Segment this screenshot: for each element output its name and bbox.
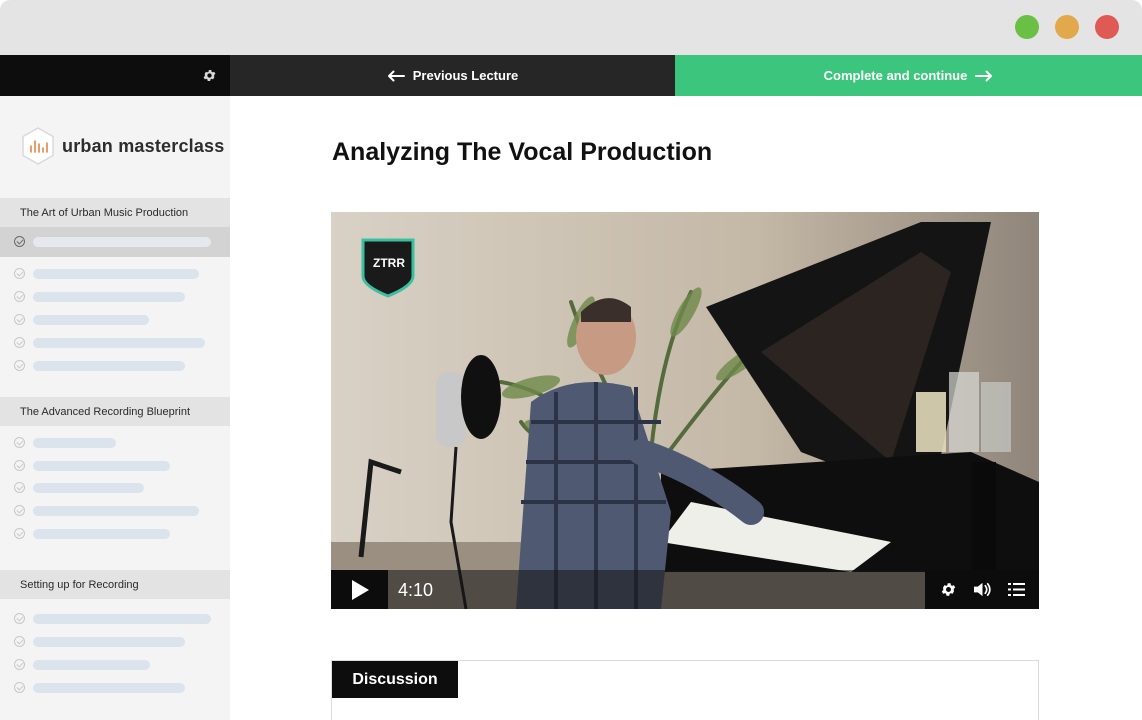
lesson-item[interactable] xyxy=(0,523,230,546)
check-circle-icon xyxy=(14,505,25,516)
check-circle-icon xyxy=(14,268,25,279)
arrow-left-icon xyxy=(387,70,405,81)
discussion-panel: Discussion xyxy=(331,660,1039,720)
lesson-item[interactable] xyxy=(0,677,230,700)
lesson-item-active[interactable] xyxy=(0,227,230,257)
video-controls-right xyxy=(925,570,1039,609)
check-circle-icon xyxy=(14,360,25,371)
lesson-title-placeholder xyxy=(33,438,116,448)
check-circle-icon xyxy=(14,337,25,348)
check-circle-icon xyxy=(14,314,25,325)
play-button[interactable] xyxy=(331,570,388,609)
lesson-title-placeholder xyxy=(33,614,211,624)
video-settings-gear-icon[interactable] xyxy=(936,578,960,602)
lesson-title-placeholder xyxy=(33,683,185,693)
lecture-nav-bar: Previous Lecture Complete and continue xyxy=(0,55,1142,96)
lesson-item[interactable] xyxy=(0,286,230,309)
brand-logo[interactable]: urban masterclass xyxy=(20,126,224,166)
check-circle-icon xyxy=(14,291,25,302)
urban-masterclass-logo-icon xyxy=(22,127,54,165)
lesson-item[interactable] xyxy=(0,332,230,355)
lesson-title-placeholder xyxy=(33,361,185,371)
lesson-item[interactable] xyxy=(0,500,230,523)
lesson-title-placeholder xyxy=(33,237,211,247)
lesson-title-placeholder xyxy=(33,660,150,670)
check-circle-icon xyxy=(14,682,25,693)
window-minimize-button[interactable] xyxy=(1055,15,1079,39)
volume-icon[interactable] xyxy=(970,578,994,602)
lesson-title-placeholder xyxy=(33,269,199,279)
brand-name: urban masterclass xyxy=(62,135,225,156)
sidebar-header xyxy=(0,55,230,96)
previous-lecture-button[interactable]: Previous Lecture xyxy=(230,55,675,96)
window-close-button[interactable] xyxy=(1095,15,1119,39)
play-icon xyxy=(351,579,369,600)
lesson-item[interactable] xyxy=(0,355,230,378)
complete-and-continue-button[interactable]: Complete and continue xyxy=(675,55,1142,96)
lesson-title-placeholder xyxy=(33,529,170,539)
video-frame-image xyxy=(331,212,1039,609)
lesson-title-placeholder xyxy=(33,292,185,302)
window-titlebar xyxy=(0,0,1142,55)
section-header[interactable]: The Advanced Recording Blueprint xyxy=(0,397,230,426)
lesson-title-placeholder xyxy=(33,483,144,493)
lesson-title-placeholder xyxy=(33,637,185,647)
check-circle-icon xyxy=(14,460,25,471)
lesson-item[interactable] xyxy=(0,654,230,677)
lesson-item[interactable] xyxy=(0,455,230,478)
arrow-right-icon xyxy=(975,70,993,81)
lesson-title-placeholder xyxy=(33,338,205,348)
settings-gear-icon[interactable] xyxy=(202,68,217,83)
lesson-item[interactable] xyxy=(0,608,230,631)
window-maximize-button[interactable] xyxy=(1015,15,1039,39)
lesson-item[interactable] xyxy=(0,631,230,654)
lesson-title-placeholder xyxy=(33,315,149,325)
lesson-item[interactable] xyxy=(0,263,230,286)
playlist-menu-icon[interactable] xyxy=(1004,578,1028,602)
previous-lecture-label: Previous Lecture xyxy=(412,68,519,83)
check-circle-icon xyxy=(14,659,25,670)
lesson-item[interactable] xyxy=(0,432,230,455)
lecture-title: Analyzing The Vocal Production xyxy=(332,138,713,166)
complete-and-continue-label: Complete and continue xyxy=(823,68,968,83)
lesson-item[interactable] xyxy=(0,309,230,332)
section-header[interactable]: The Art of Urban Music Production xyxy=(0,198,230,227)
lesson-title-placeholder xyxy=(33,506,199,516)
section-header[interactable]: Setting up for Recording xyxy=(0,570,230,599)
check-circle-icon xyxy=(14,482,25,493)
discussion-tab[interactable]: Discussion xyxy=(332,661,458,698)
lesson-item[interactable] xyxy=(0,477,230,500)
course-sidebar: urban masterclass The Art of Urban Music… xyxy=(0,96,230,720)
check-circle-icon xyxy=(14,437,25,448)
video-time-display: 4:10 xyxy=(398,580,434,600)
ztrr-badge-label: ZTRR xyxy=(373,256,405,270)
check-circle-icon xyxy=(14,636,25,647)
check-circle-icon xyxy=(14,236,25,247)
check-circle-icon xyxy=(14,613,25,624)
lesson-title-placeholder xyxy=(33,461,170,471)
check-circle-icon xyxy=(14,528,25,539)
video-player[interactable]: ZTRR 4:10 xyxy=(331,212,1039,609)
